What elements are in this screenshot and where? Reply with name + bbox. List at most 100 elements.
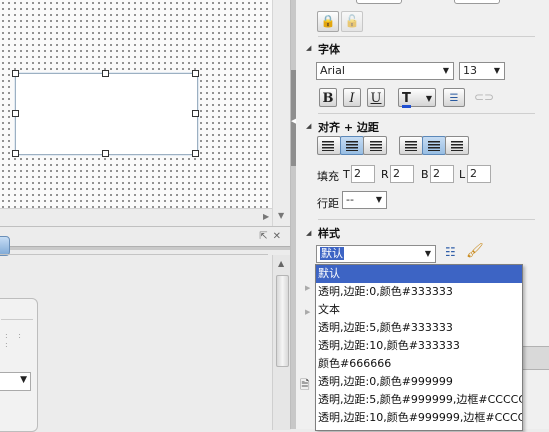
canvas-vertical-scrollbar[interactable]: ▼ bbox=[272, 0, 291, 226]
font-size-select[interactable]: 13 ▼ bbox=[459, 62, 505, 80]
separator bbox=[318, 36, 535, 37]
panel-window-controls[interactable]: ⇱✕ bbox=[259, 231, 286, 242]
text-color-button[interactable]: T ▼ bbox=[398, 88, 436, 108]
scroll-down-arrow-icon[interactable]: ▼ bbox=[278, 211, 284, 220]
style-section-title: 样式 bbox=[318, 227, 340, 240]
line-height-label: 行距 bbox=[317, 197, 339, 210]
style-option[interactable]: 文本 bbox=[316, 301, 522, 319]
link-icon[interactable]: ⊂⊃ bbox=[474, 90, 494, 104]
resize-handle-sw[interactable] bbox=[12, 150, 19, 157]
lock-button[interactable]: 🔒 bbox=[317, 11, 339, 32]
expand-arrow-icon[interactable]: ▶ bbox=[305, 308, 310, 316]
bottom-panel-scrollbar[interactable]: ▲ bbox=[272, 255, 291, 430]
valign-top-button[interactable] bbox=[399, 136, 423, 155]
document-icon: 🗎 bbox=[300, 378, 310, 392]
zoom-slider-knob[interactable] bbox=[0, 236, 10, 256]
preview-card: : : : ▼ bbox=[0, 298, 38, 432]
style-option[interactable]: 透明,边距:10,颜色#999999,边框#CCCCCC bbox=[316, 409, 522, 427]
right-edge-control bbox=[521, 346, 549, 370]
text-color-icon: T bbox=[402, 91, 411, 108]
padding-right-value: 2 bbox=[393, 167, 400, 180]
valign-middle-button[interactable] bbox=[422, 136, 446, 155]
top-field-stub bbox=[454, 0, 500, 4]
resize-handle-s[interactable] bbox=[102, 150, 109, 157]
padding-right-label: R bbox=[381, 168, 389, 181]
chevron-down-icon: ▼ bbox=[20, 375, 27, 385]
padding-left-label: L bbox=[459, 168, 466, 181]
style-select[interactable]: 默认 ▼ bbox=[316, 245, 436, 263]
collapse-arrow-icon[interactable]: ◢ bbox=[306, 122, 311, 130]
style-option[interactable]: 透明,边距:5,颜色#333333 bbox=[316, 319, 522, 337]
align-justify-icon bbox=[405, 141, 417, 151]
brush-icon[interactable]: 🖌 bbox=[466, 243, 484, 259]
padding-bottom-input[interactable]: 2 bbox=[430, 165, 454, 183]
align-right-button[interactable] bbox=[363, 136, 387, 155]
align-left-icon bbox=[322, 141, 334, 151]
canvas-horizontal-scrollbar[interactable]: ▶ bbox=[0, 208, 272, 227]
card-select[interactable]: ▼ bbox=[0, 372, 31, 391]
resize-handle-se[interactable] bbox=[192, 150, 199, 157]
zoom-slider-track[interactable] bbox=[0, 246, 290, 250]
collapse-arrow-icon[interactable]: ◢ bbox=[306, 229, 311, 237]
bold-button[interactable]: B bbox=[319, 88, 337, 107]
align-right-icon bbox=[370, 141, 382, 151]
collapse-arrow-icon[interactable]: ◢ bbox=[306, 44, 311, 52]
unlock-icon: 🔓 bbox=[344, 14, 360, 28]
padding-top-input[interactable]: 2 bbox=[351, 165, 375, 183]
resize-handle-nw[interactable] bbox=[12, 70, 19, 77]
underline-button[interactable]: U bbox=[367, 88, 385, 107]
design-canvas[interactable] bbox=[0, 0, 272, 226]
scroll-right-arrow-icon[interactable]: ▶ bbox=[263, 212, 269, 221]
lock-icon: 🔒 bbox=[320, 14, 336, 28]
style-option[interactable]: 透明,边距:10,颜色#333333 bbox=[316, 337, 522, 355]
style-option[interactable]: 默认 bbox=[316, 265, 522, 283]
unlock-button[interactable]: 🔓 bbox=[341, 11, 363, 32]
top-field-stub bbox=[356, 0, 402, 4]
expand-arrow-icon[interactable]: ▶ bbox=[305, 284, 310, 292]
italic-icon: I bbox=[349, 91, 355, 106]
list-button[interactable]: ☰ bbox=[443, 88, 465, 107]
style-option[interactable]: 透明,边距:0,颜色#999999 bbox=[316, 373, 522, 391]
line-height-select[interactable]: -- ▼ bbox=[342, 191, 387, 209]
selected-text-box[interactable] bbox=[15, 73, 198, 155]
style-edit-icon[interactable]: ☷ bbox=[445, 245, 456, 259]
bold-icon: B bbox=[322, 91, 334, 106]
valign-bottom-button[interactable] bbox=[445, 136, 469, 155]
align-center-button[interactable] bbox=[340, 136, 364, 155]
resize-handle-n[interactable] bbox=[102, 70, 109, 77]
align-center-icon bbox=[346, 141, 358, 151]
italic-button[interactable]: I bbox=[343, 88, 361, 107]
scroll-thumb[interactable] bbox=[276, 275, 289, 367]
chevron-down-icon: ▼ bbox=[425, 94, 432, 103]
divider bbox=[0, 254, 268, 255]
bottom-left-panel: ⇱✕ : : : ▼ ▲ bbox=[0, 226, 291, 432]
padding-right-input[interactable]: 2 bbox=[390, 165, 414, 183]
resize-handle-ne[interactable] bbox=[192, 70, 199, 77]
font-family-select[interactable]: Arial ▼ bbox=[316, 62, 454, 80]
style-select-value: 默认 bbox=[320, 247, 344, 260]
chevron-down-icon: ▼ bbox=[442, 66, 449, 75]
align-left-button[interactable] bbox=[317, 136, 341, 155]
font-section-title: 字体 bbox=[318, 43, 340, 56]
scroll-up-arrow-icon[interactable]: ▲ bbox=[278, 259, 284, 268]
style-option[interactable]: 透明,边距:5,颜色#999999,边框#CCCCCC bbox=[316, 391, 522, 409]
resize-handle-e[interactable] bbox=[192, 110, 199, 117]
style-option[interactable]: 颜色#666666 bbox=[316, 355, 522, 373]
separator bbox=[318, 219, 535, 220]
resize-handle-w[interactable] bbox=[12, 110, 19, 117]
chevron-down-icon: ▼ bbox=[375, 195, 382, 204]
padding-label: 填充 bbox=[317, 170, 339, 183]
padding-left-input[interactable]: 2 bbox=[467, 165, 491, 183]
style-dropdown-list[interactable]: 默认 透明,边距:0,颜色#333333 文本 透明,边距:5,颜色#333333 透明… bbox=[315, 264, 523, 431]
separator bbox=[318, 113, 535, 114]
padding-bottom-label: B bbox=[421, 168, 429, 181]
line-height-value: -- bbox=[346, 193, 354, 206]
padding-left-value: 2 bbox=[470, 167, 477, 180]
chevron-down-icon: ▼ bbox=[493, 66, 500, 75]
font-family-value: Arial bbox=[320, 64, 345, 77]
font-size-value: 13 bbox=[463, 64, 477, 77]
style-option[interactable]: 透明,边距:0,颜色#333333 bbox=[316, 283, 522, 301]
underline-icon: U bbox=[370, 91, 382, 106]
align-justify-icon bbox=[428, 141, 440, 151]
list-icon: ☰ bbox=[449, 93, 459, 104]
